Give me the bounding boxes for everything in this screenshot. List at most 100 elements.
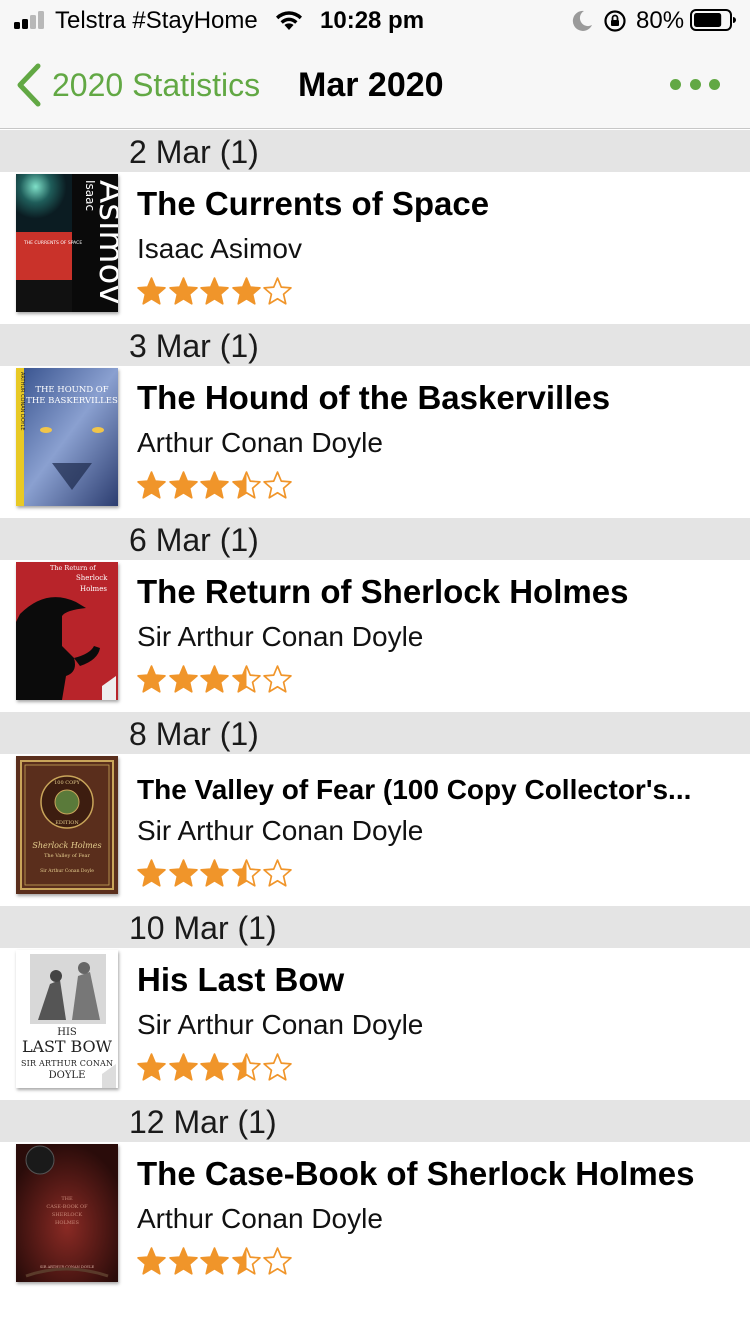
book-row[interactable]: THE CURRENTS OF SPACE Isaac Asimov The C… bbox=[0, 172, 750, 324]
book-cover: ARTHUR CONAN DOYLE THE HOUND OF THE BASK… bbox=[16, 368, 118, 506]
svg-text:EDITION: EDITION bbox=[55, 820, 79, 826]
star-rating bbox=[136, 664, 294, 698]
star-filled-icon bbox=[200, 665, 229, 693]
book-row[interactable]: 100 COPY EDITION Sherlock Holmes The Val… bbox=[0, 754, 750, 906]
svg-text:The Return of: The Return of bbox=[50, 564, 96, 572]
svg-text:Sherlock Holmes: Sherlock Holmes bbox=[32, 841, 101, 850]
star-filled-icon bbox=[200, 1053, 229, 1081]
star-empty-icon bbox=[263, 1247, 292, 1275]
star-half-icon bbox=[231, 859, 261, 887]
book-title: The Return of Sherlock Holmes bbox=[137, 573, 629, 610]
star-filled-icon bbox=[168, 1053, 198, 1081]
star-filled-icon bbox=[168, 1247, 198, 1275]
cover-case-book-of-sherlock-holmes: THE CASE-BOOK OF SHERLOCK HOLMES SIR ART… bbox=[16, 1144, 118, 1282]
star-filled-icon bbox=[137, 471, 166, 499]
star-filled-icon bbox=[168, 859, 198, 887]
book-row[interactable]: The Return of Sherlock Holmes The Return… bbox=[0, 560, 750, 712]
chevron-left-icon bbox=[17, 63, 41, 107]
svg-text:THE BASKERVILLES: THE BASKERVILLES bbox=[26, 396, 118, 406]
date-section: 12 Mar (1) THE CASE-BOOK OF SHERLOCK HOL… bbox=[0, 1100, 750, 1294]
book-title: The Valley of Fear (100 Copy Collector's… bbox=[137, 774, 692, 805]
book-cover: 100 COPY EDITION Sherlock Holmes The Val… bbox=[16, 756, 118, 894]
section-header: 10 Mar (1) bbox=[0, 906, 750, 948]
star-filled-icon bbox=[168, 471, 198, 499]
svg-text:The Valley of Fear: The Valley of Fear bbox=[44, 853, 90, 859]
section-date: 2 Mar (1) bbox=[129, 134, 259, 170]
battery-percentage: 80% bbox=[636, 7, 685, 34]
svg-text:THE: THE bbox=[61, 1196, 73, 1202]
star-empty-icon bbox=[263, 277, 292, 305]
section-header: 3 Mar (1) bbox=[0, 324, 750, 366]
cover-currents-of-space: THE CURRENTS OF SPACE Isaac Asimov bbox=[16, 174, 118, 312]
date-section: 3 Mar (1) ARTHUR CONAN DOYLE THE HOUND O… bbox=[0, 324, 750, 518]
book-title: The Hound of the Baskervilles bbox=[137, 379, 611, 416]
star-filled-icon bbox=[200, 277, 229, 305]
star-half-icon bbox=[231, 471, 261, 499]
svg-text:SHERLOCK: SHERLOCK bbox=[52, 1212, 82, 1218]
clock: 10:28 pm bbox=[320, 7, 425, 34]
ellipsis-icon bbox=[670, 78, 681, 90]
date-section: 8 Mar (1) 100 COPY EDITION Sherlock Holm… bbox=[0, 712, 750, 906]
star-filled-icon bbox=[200, 471, 229, 499]
wifi-icon bbox=[276, 11, 302, 30]
star-rating bbox=[136, 276, 294, 310]
star-rating bbox=[136, 470, 294, 504]
book-title: The Currents of Space bbox=[137, 185, 490, 222]
star-filled-icon bbox=[137, 859, 166, 887]
svg-text:Holmes: Holmes bbox=[80, 585, 107, 593]
cover-his-last-bow: HIS LAST BOW SIR ARTHUR CONAN DOYLE bbox=[16, 950, 118, 1088]
star-filled-icon bbox=[231, 277, 261, 305]
book-row[interactable]: ARTHUR CONAN DOYLE THE HOUND OF THE BASK… bbox=[0, 366, 750, 518]
svg-text:100 COPY: 100 COPY bbox=[54, 780, 80, 786]
book-cover: HIS LAST BOW SIR ARTHUR CONAN DOYLE bbox=[16, 950, 118, 1088]
svg-text:Sir Arthur Conan Doyle: Sir Arthur Conan Doyle bbox=[40, 868, 94, 874]
back-button[interactable]: 2020 Statistics bbox=[14, 60, 260, 110]
svg-text:THE HOUND OF: THE HOUND OF bbox=[35, 385, 108, 395]
section-date: 12 Mar (1) bbox=[129, 1104, 277, 1140]
book-cover: The Return of Sherlock Holmes bbox=[16, 562, 118, 700]
star-filled-icon bbox=[168, 277, 198, 305]
svg-text:Asimov: Asimov bbox=[91, 180, 118, 304]
signal-strength-icon bbox=[14, 11, 48, 29]
book-list: 2 Mar (1) THE CURRENTS OF SPACE Isaac As… bbox=[0, 130, 750, 1294]
star-half-icon bbox=[231, 1053, 261, 1081]
svg-text:CASE-BOOK OF: CASE-BOOK OF bbox=[46, 1204, 88, 1210]
svg-text:Sherlock: Sherlock bbox=[76, 574, 108, 582]
star-rating bbox=[136, 1052, 294, 1086]
cover-valley-of-fear: 100 COPY EDITION Sherlock Holmes The Val… bbox=[16, 756, 118, 894]
star-filled-icon bbox=[137, 277, 166, 305]
section-date: 6 Mar (1) bbox=[129, 522, 259, 558]
book-row[interactable]: THE CASE-BOOK OF SHERLOCK HOLMES SIR ART… bbox=[0, 1142, 750, 1294]
status-bar: Telstra #StayHome 10:28 pm 80% bbox=[0, 0, 750, 40]
book-author: Sir Arthur Conan Doyle bbox=[137, 1009, 424, 1040]
book-author: Isaac Asimov bbox=[137, 233, 302, 264]
star-empty-icon bbox=[263, 471, 292, 499]
orientation-lock-icon bbox=[604, 10, 626, 32]
star-empty-icon bbox=[263, 1053, 292, 1081]
star-empty-icon bbox=[263, 665, 292, 693]
svg-text:SIR ARTHUR CONAN: SIR ARTHUR CONAN bbox=[21, 1059, 113, 1068]
book-title: His Last Bow bbox=[137, 961, 345, 998]
more-options-button[interactable] bbox=[670, 70, 720, 98]
book-row[interactable]: HIS LAST BOW SIR ARTHUR CONAN DOYLE His … bbox=[0, 948, 750, 1100]
star-filled-icon bbox=[137, 1247, 166, 1275]
star-filled-icon bbox=[168, 665, 198, 693]
book-cover: THE CASE-BOOK OF SHERLOCK HOLMES SIR ART… bbox=[16, 1144, 118, 1282]
section-date: 10 Mar (1) bbox=[129, 910, 277, 946]
section-header: 2 Mar (1) bbox=[0, 130, 750, 172]
section-date: 3 Mar (1) bbox=[129, 328, 259, 364]
book-author: Arthur Conan Doyle bbox=[137, 427, 383, 458]
star-rating bbox=[136, 858, 294, 892]
battery-icon bbox=[690, 9, 736, 31]
date-section: 10 Mar (1) HIS LAST BOW SIR ARTHUR CONAN… bbox=[0, 906, 750, 1100]
star-filled-icon bbox=[137, 1053, 166, 1081]
star-filled-icon bbox=[200, 1247, 229, 1275]
book-cover: THE CURRENTS OF SPACE Isaac Asimov bbox=[16, 174, 118, 312]
date-section: 2 Mar (1) THE CURRENTS OF SPACE Isaac As… bbox=[0, 130, 750, 324]
svg-text:ARTHUR CONAN DOYLE: ARTHUR CONAN DOYLE bbox=[19, 372, 25, 431]
book-author: Sir Arthur Conan Doyle bbox=[137, 815, 424, 846]
date-section: 6 Mar (1) The Return of Sherlock Holmes … bbox=[0, 518, 750, 712]
back-button-label: 2020 Statistics bbox=[52, 66, 261, 103]
do-not-disturb-moon-icon bbox=[572, 10, 592, 31]
svg-text:LAST BOW: LAST BOW bbox=[22, 1037, 113, 1056]
